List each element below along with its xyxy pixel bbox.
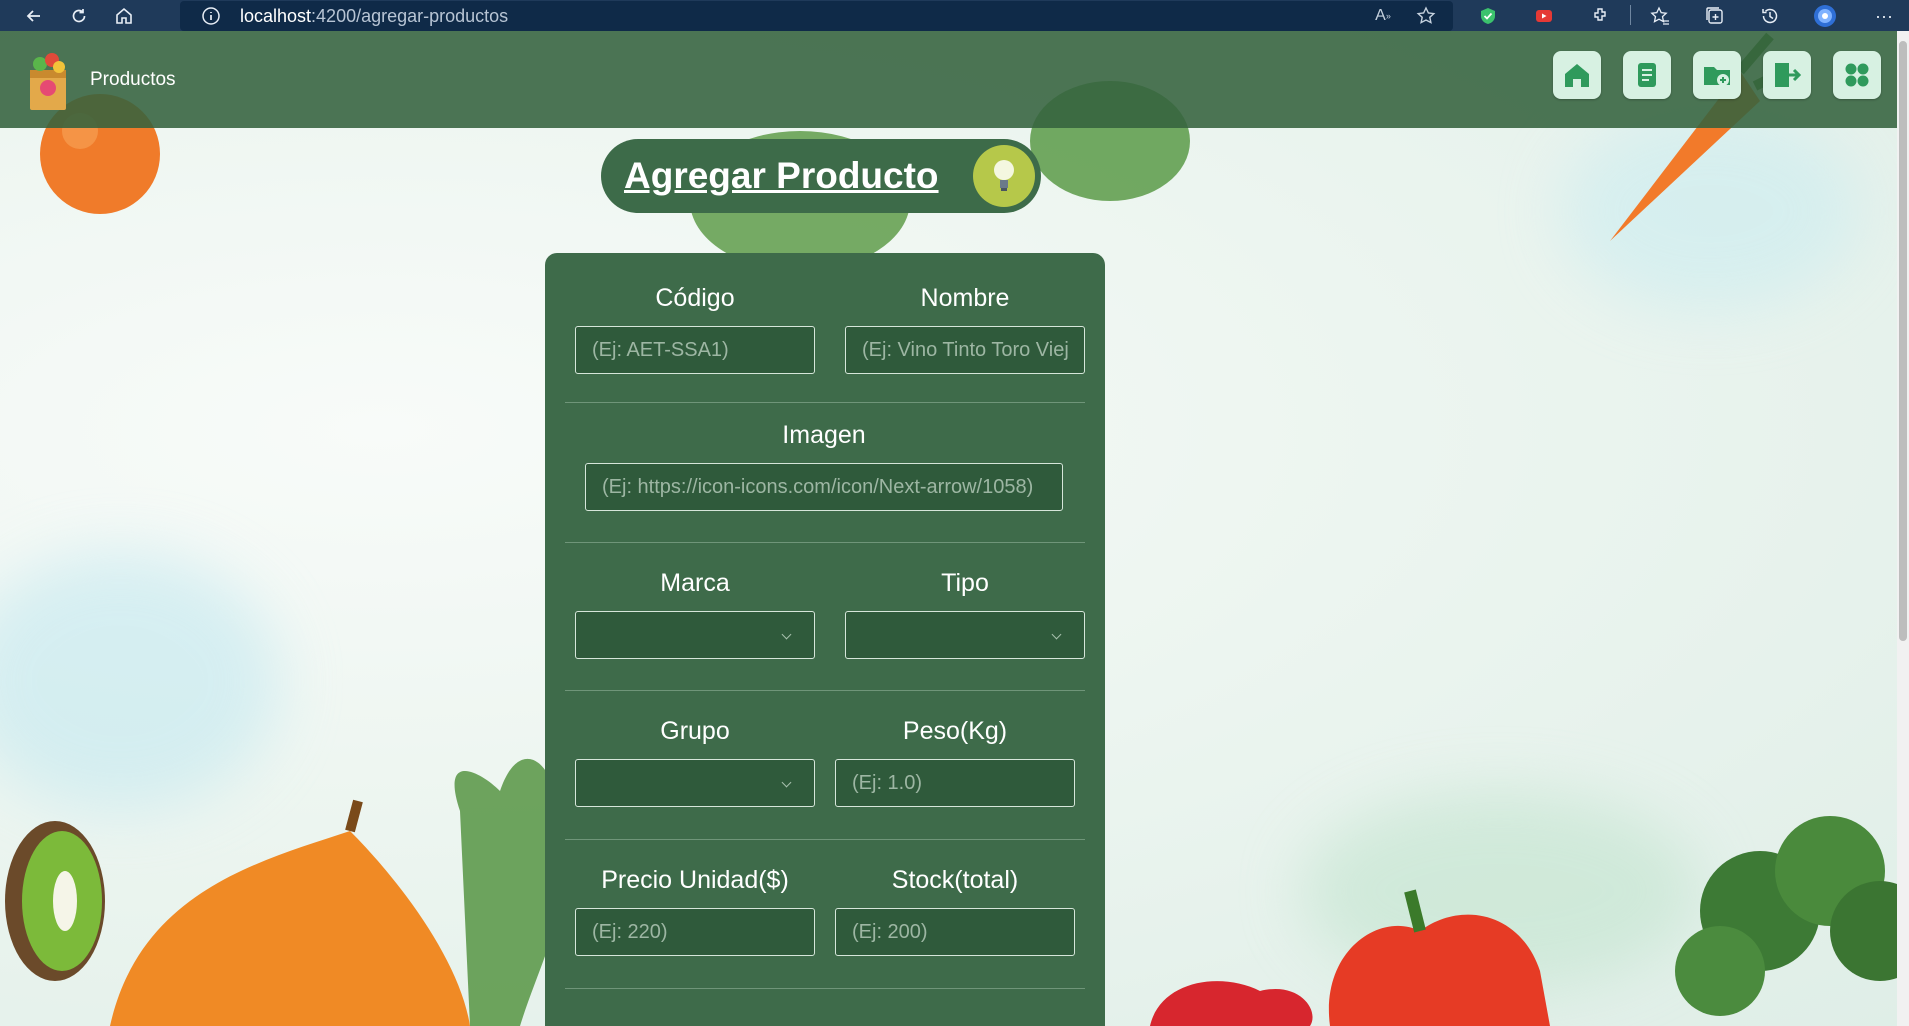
brand-title[interactable]: Productos [90,69,176,91]
precio-input[interactable]: (Ej: 220) [575,908,815,956]
home-icon [1565,64,1589,87]
codigo-label: Código [655,284,735,312]
imagen-field: Imagen (Ej: https://icon-icons.com/icon/… [585,415,1063,515]
tipo-field: Tipo [845,563,1085,663]
marca-label: Marca [660,569,730,597]
add-folder-button[interactable] [1693,51,1741,99]
tipo-select[interactable] [845,611,1085,659]
imagen-label: Imagen [782,421,866,449]
document-button[interactable] [1623,51,1671,99]
scrollbar-thumb[interactable] [1899,41,1907,641]
nombre-input[interactable]: (Ej: Vino Tinto Toro Viej [845,326,1085,374]
marca-field: Marca [575,563,815,663]
toolbar-separator [1630,5,1631,25]
form-divider [565,542,1085,543]
shield-extension-icon[interactable] [1476,4,1500,28]
codigo-field: Código (Ej: AET-SSA1) [575,278,815,378]
apps-button[interactable] [1833,51,1881,99]
url-text[interactable]: localhost:4200/agregar-productos [240,6,508,27]
url-host: localhost [240,5,312,26]
favorites-icon[interactable] [1648,4,1672,28]
pepper-illustration [1328,914,1550,1026]
address-bar[interactable]: localhost:4200/agregar-productos A» [180,1,1453,31]
stock-label: Stock(total) [891,866,1019,894]
form-divider [565,402,1085,403]
imagen-input[interactable]: (Ej: https://icon-icons.com/icon/Next-ar… [585,463,1063,511]
tipo-label: Tipo [941,569,989,597]
refresh-icon[interactable] [68,5,90,27]
peso-field: Peso(Kg) (Ej: 1.0) [835,711,1075,811]
precio-field: Precio Unidad($) (Ej: 220) [575,860,815,960]
grocery-bag-logo-icon [26,48,70,110]
history-icon[interactable] [1758,4,1782,28]
collections-icon[interactable] [1703,4,1727,28]
nombre-field: Nombre (Ej: Vino Tinto Toro Viej [845,278,1085,378]
back-icon[interactable] [23,5,45,27]
home-button[interactable] [1553,51,1601,99]
codigo-input[interactable]: (Ej: AET-SSA1) [575,326,815,374]
grupo-label: Grupo [660,717,730,745]
url-path: :4200/agregar-productos [311,5,509,26]
onion-illustration [110,831,470,1026]
browser-toolbar: localhost:4200/agregar-productos A» ··· [0,0,1909,31]
more-options-icon[interactable]: ··· [1872,4,1896,28]
read-aloud-icon[interactable]: A» [1372,5,1394,27]
precio-label: Precio Unidad($) [601,866,789,894]
stock-field: Stock(total) (Ej: 200) [835,860,1075,960]
grupo-field: Grupo [575,711,815,811]
info-icon[interactable] [200,5,222,27]
nombre-label: Nombre [920,284,1010,312]
form-divider [565,839,1085,840]
stock-input[interactable]: (Ej: 200) [835,908,1075,956]
video-extension-icon[interactable] [1532,4,1556,28]
app-header: Productos [0,31,1897,128]
form-divider [565,988,1085,989]
page-background: Productos Agregar Producto Código (Ej: A… [0,31,1897,1026]
apps-icon [1845,63,1869,87]
product-form: Código (Ej: AET-SSA1) Nombre (Ej: Vino T… [545,253,1105,1026]
profile-avatar-icon[interactable] [1813,4,1837,28]
document-icon [1638,63,1656,87]
extensions-icon[interactable] [1588,4,1612,28]
favorite-add-icon[interactable] [1415,5,1437,27]
form-divider [565,690,1085,691]
peso-label: Peso(Kg) [902,717,1008,745]
add-folder-icon [1704,67,1730,86]
export-button[interactable] [1763,51,1811,99]
home-browser-icon[interactable] [113,5,135,27]
header-actions [1553,51,1881,99]
page-title-pill: Agregar Producto [601,139,1041,213]
peso-input[interactable]: (Ej: 1.0) [835,759,1075,807]
marca-select[interactable] [575,611,815,659]
grupo-select[interactable] [575,759,815,807]
page-title: Agregar Producto [624,155,939,196]
export-icon [1775,63,1802,87]
lightbulb-icon[interactable] [973,145,1035,207]
apple-illustration [1150,981,1313,1026]
page-scrollbar[interactable] [1897,31,1909,1026]
